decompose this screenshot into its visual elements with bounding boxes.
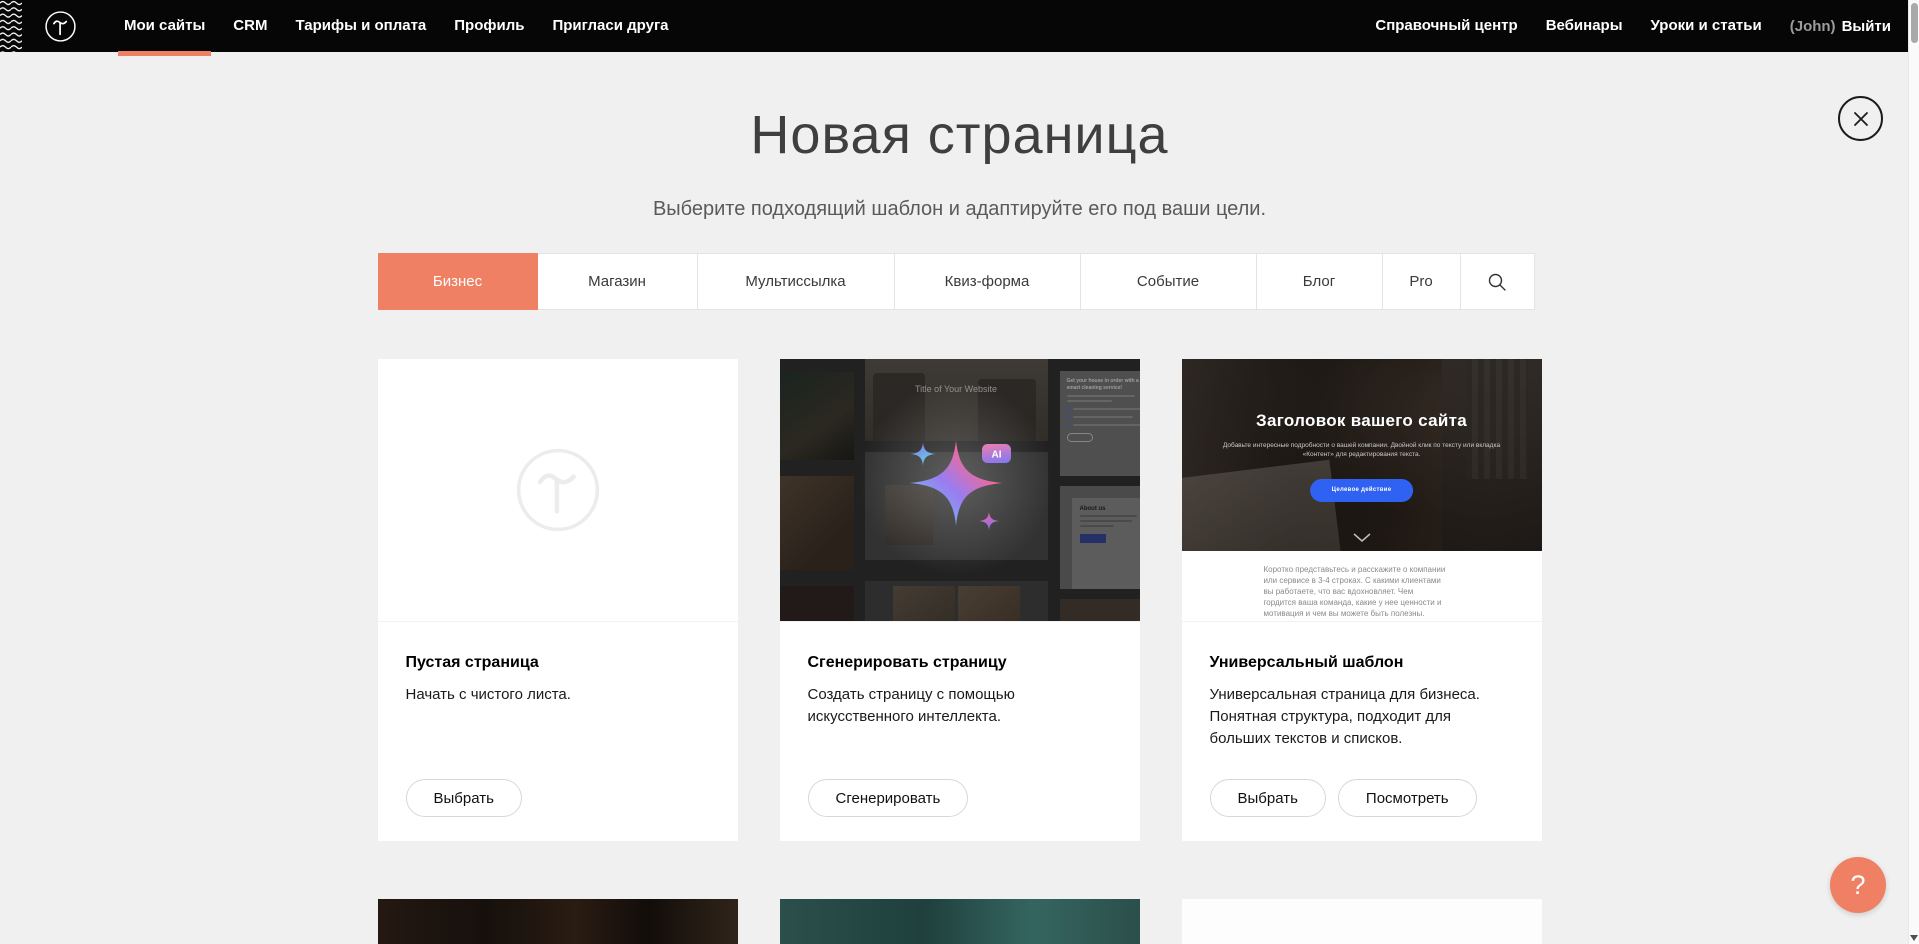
tab-blog[interactable]: Блог	[1256, 253, 1383, 310]
search-icon	[1487, 272, 1507, 292]
card-actions: Сгенерировать	[808, 779, 1112, 817]
tab-search[interactable]	[1460, 253, 1535, 310]
choose-button[interactable]: Выбрать	[406, 779, 522, 817]
new-page-dialog: Новая страница Выберите подходящий шабло…	[378, 104, 1542, 944]
nav-item-invite-friend[interactable]: Пригласи друга	[538, 0, 682, 52]
tab-multilink[interactable]: Мультиссылка	[697, 253, 895, 310]
help-button[interactable]: ?	[1830, 857, 1886, 913]
preview-cta-button: Целевое действие	[1310, 479, 1414, 502]
zigzag-edge-decoration	[0, 0, 22, 52]
tab-store[interactable]: Магазин	[537, 253, 698, 310]
template-preview-thumbnail: Заголовок вашего сайта Добавьте интересн…	[1182, 359, 1542, 621]
preview-hero-subtitle: Добавьте интересные подробности о вашей …	[1221, 441, 1502, 459]
nav-item-tariffs[interactable]: Тарифы и оплата	[281, 0, 440, 52]
tab-event[interactable]: Событие	[1080, 253, 1257, 310]
nav-item-crm[interactable]: CRM	[219, 0, 281, 52]
card-body: Пустая страница Начать с чистого листа. …	[378, 621, 738, 841]
user-session: (John) Выйти	[1790, 18, 1891, 35]
template-thumbnail	[378, 899, 738, 944]
scrollbar-thumb[interactable]	[1911, 3, 1918, 43]
template-card-partial[interactable]	[1182, 899, 1542, 944]
card-ai-generate[interactable]: Title of Your Website Get your house in …	[780, 359, 1140, 841]
card-title: Сгенерировать страницу	[808, 654, 1112, 672]
ai-sparkles-icon: AI	[780, 359, 1140, 621]
main-menu: Мои сайты CRM Тарифы и оплата Профиль Пр…	[110, 0, 683, 52]
nav-item-profile[interactable]: Профиль	[440, 0, 538, 52]
preview-hero-section: Заголовок вашего сайта Добавьте интересн…	[1182, 359, 1542, 551]
card-actions: Выбрать Посмотреть	[1210, 779, 1514, 817]
preview-text-section: Коротко представьтесь и расскажите о ком…	[1182, 551, 1542, 621]
ai-badge: AI	[982, 444, 1011, 463]
tilda-logo-icon[interactable]	[44, 10, 77, 43]
card-universal-template[interactable]: Заголовок вашего сайта Добавьте интересн…	[1182, 359, 1542, 841]
close-icon	[1851, 109, 1871, 129]
generate-button[interactable]: Сгенерировать	[808, 779, 969, 817]
nav-item-lessons[interactable]: Уроки и статьи	[1651, 0, 1762, 52]
nav-item-help-center[interactable]: Справочный центр	[1375, 0, 1517, 52]
top-nav: Мои сайты CRM Тарифы и оплата Профиль Пр…	[0, 0, 1919, 52]
template-cards-row-1: Пустая страница Начать с чистого листа. …	[378, 359, 1542, 841]
card-blank-page[interactable]: Пустая страница Начать с чистого листа. …	[378, 359, 738, 841]
vertical-scrollbar[interactable]	[1908, 0, 1919, 944]
scrollbar-down-arrow-icon[interactable]	[1910, 935, 1918, 941]
tab-quiz-form[interactable]: Квиз-форма	[894, 253, 1081, 310]
user-name: (John)	[1790, 18, 1836, 35]
view-button[interactable]: Посмотреть	[1338, 779, 1477, 817]
blank-page-thumbnail	[378, 359, 738, 621]
page-subtitle: Выберите подходящий шаблон и адаптируйте…	[378, 198, 1542, 221]
template-category-tabs: Бизнес Магазин Мультиссылка Квиз-форма С…	[378, 253, 1542, 310]
preview-paragraph: Коротко представьтесь и расскажите о ком…	[1264, 564, 1448, 619]
nav-item-my-sites[interactable]: Мои сайты	[110, 0, 219, 52]
choose-button[interactable]: Выбрать	[1210, 779, 1326, 817]
secondary-menu: Справочный центр Вебинары Уроки и статьи…	[1375, 0, 1891, 52]
template-thumbnail	[780, 899, 1140, 944]
tilda-watermark-icon	[513, 445, 603, 535]
card-body: Сгенерировать страницу Создать страницу …	[780, 621, 1140, 841]
page-title: Новая страница	[378, 104, 1542, 166]
card-actions: Выбрать	[406, 779, 710, 817]
card-body: Универсальный шаблон Универсальная стран…	[1182, 621, 1542, 841]
ai-generate-thumbnail: Title of Your Website Get your house in …	[780, 359, 1140, 621]
template-thumbnail	[1182, 899, 1542, 944]
logout-link[interactable]: Выйти	[1842, 18, 1891, 35]
card-description: Начать с чистого листа.	[406, 684, 710, 706]
chevron-down-icon	[1353, 533, 1371, 542]
close-button[interactable]	[1838, 96, 1883, 141]
tab-pro[interactable]: Pro	[1382, 253, 1461, 310]
preview-hero-title: Заголовок вашего сайта	[1182, 411, 1542, 431]
tab-business[interactable]: Бизнес	[378, 253, 538, 310]
template-card-partial[interactable]	[780, 899, 1140, 944]
card-title: Универсальный шаблон	[1210, 654, 1514, 672]
card-description: Создать страницу с помощью искусственног…	[808, 684, 1112, 728]
template-card-partial[interactable]	[378, 899, 738, 944]
card-description: Универсальная страница для бизнеса. Поня…	[1210, 684, 1514, 750]
nav-item-webinars[interactable]: Вебинары	[1546, 0, 1623, 52]
card-title: Пустая страница	[406, 654, 710, 672]
template-cards-row-2	[378, 899, 1542, 944]
svg-text:AI: AI	[991, 450, 1001, 461]
question-mark-icon: ?	[1850, 870, 1865, 901]
